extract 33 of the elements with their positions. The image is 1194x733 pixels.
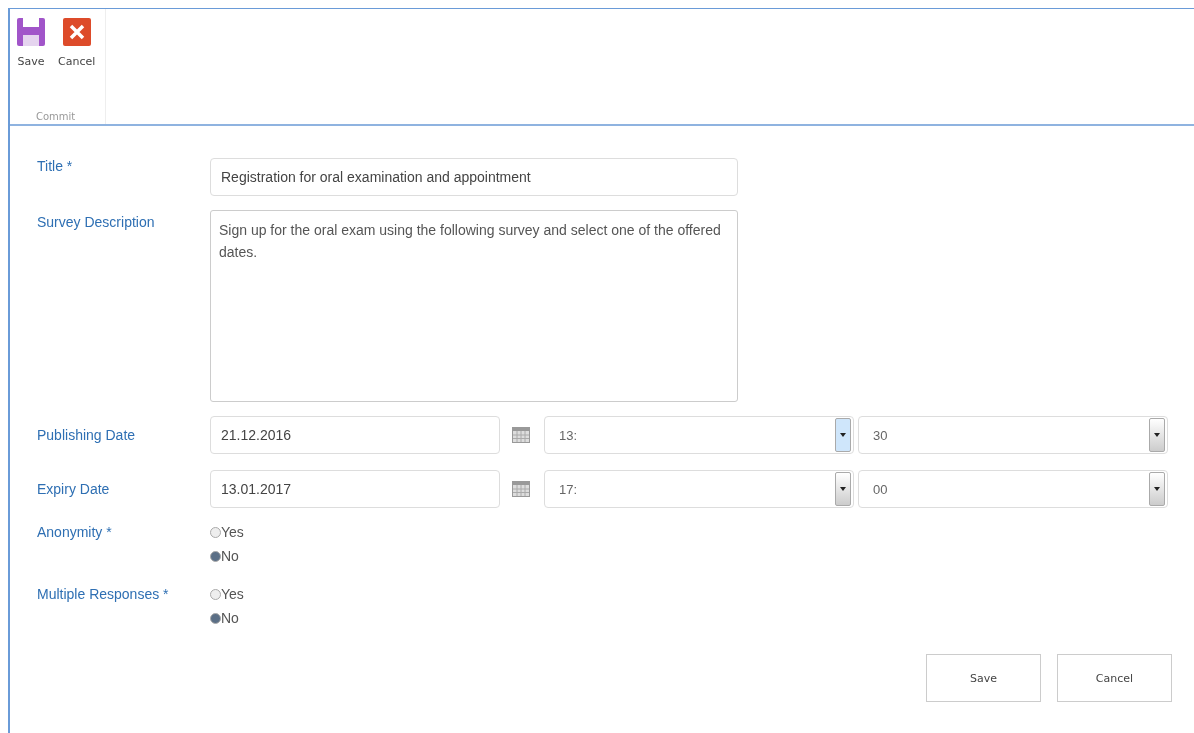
radio-icon[interactable] [210,588,221,600]
caret-icon[interactable] [840,433,846,437]
title-field[interactable]: Registration for oral examination and appointment [210,158,738,196]
field-label: Survey Description [37,213,156,230]
radio-icon[interactable] [210,550,221,562]
description-field[interactable]: Sign up for the oral exam using the following survey and select one of the offered dates. [210,210,738,402]
field-label: Publishing Date [37,427,137,443]
cancel-button[interactable]: Cancel [56,15,98,70]
date-field[interactable]: 21.12.2016 [210,416,500,454]
caret-icon[interactable] [1154,487,1160,491]
hour-select[interactable]: 17: [544,470,854,508]
group-label: Commit [35,111,77,122]
radio-option[interactable]: No [210,548,244,564]
field-label: Anonymity * [37,524,113,540]
save-button[interactable]: Save [14,15,48,70]
radio-icon[interactable] [210,612,221,624]
hour-select[interactable]: 13: [544,416,854,454]
minute-select[interactable]: 00 [858,470,1168,508]
date-field[interactable]: 13.01.2017 [210,470,500,508]
close-icon [61,17,92,47]
caret-icon[interactable] [1154,433,1160,437]
field-label: Title * [37,158,74,174]
radio-option[interactable]: No [210,610,244,626]
radio-option[interactable]: Yes [210,586,244,602]
field-label: Expiry Date [37,481,111,497]
minute-select[interactable]: 30 [858,416,1168,454]
save-icon [16,17,46,47]
field-label: Multiple Responses * [37,586,170,602]
save-button[interactable]: Save [926,654,1041,702]
radio-icon[interactable] [210,526,221,538]
cancel-button[interactable]: Cancel [1057,654,1172,702]
radio-option[interactable]: Yes [210,524,244,540]
caret-icon[interactable] [840,487,846,491]
